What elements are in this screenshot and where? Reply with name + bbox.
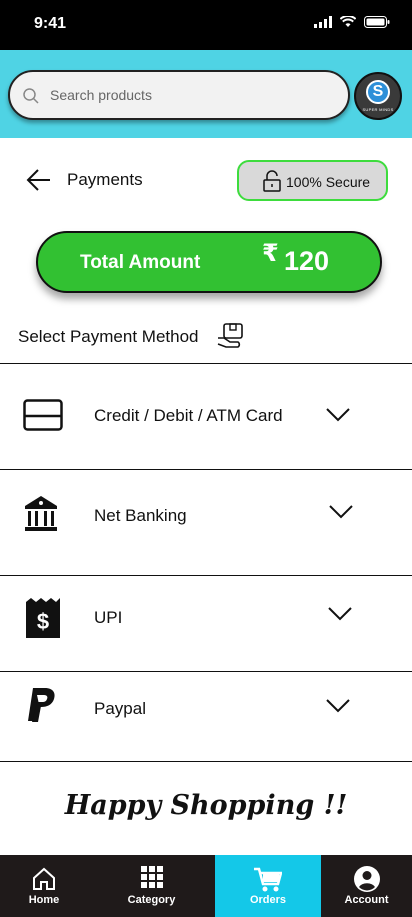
- total-amount-button[interactable]: Total Amount ₹ 120: [36, 231, 382, 293]
- back-arrow-icon[interactable]: [26, 168, 52, 192]
- page-title: Payments: [67, 170, 143, 189]
- status-time: 9:41: [34, 15, 67, 32]
- payment-method-paypal[interactable]: Paypal: [0, 672, 412, 761]
- account-icon: [353, 866, 380, 892]
- payment-method-card[interactable]: Credit / Debit / ATM Card: [0, 364, 412, 469]
- payment-method-label: Credit / Debit / ATM Card: [94, 406, 283, 425]
- bank-icon: [25, 496, 57, 531]
- brand-logo[interactable]: S SUPER MINDS: [354, 72, 402, 120]
- logo-letter: S: [366, 80, 390, 104]
- battery-icon: [364, 16, 390, 28]
- search-placeholder: Search products: [50, 87, 152, 103]
- nav-label: Orders: [249, 894, 287, 906]
- payment-method-label: Paypal: [94, 699, 146, 718]
- secure-badge: 100% Secure: [237, 160, 388, 201]
- currency-symbol: ₹: [262, 240, 279, 267]
- payment-method-netbanking[interactable]: Net Banking: [0, 470, 412, 575]
- chevron-down-icon[interactable]: [328, 607, 352, 621]
- nav-label: Account: [344, 894, 389, 906]
- svg-text:$: $: [37, 609, 49, 634]
- payment-method-label: Net Banking: [94, 506, 187, 525]
- secure-label: 100% Secure: [286, 174, 371, 190]
- chevron-down-icon[interactable]: [326, 699, 350, 713]
- header: Search products S SUPER MINDS: [0, 50, 412, 138]
- nav-label: Home: [28, 894, 60, 906]
- chevron-down-icon[interactable]: [329, 505, 353, 519]
- search-input[interactable]: Search products: [8, 70, 350, 120]
- total-amount-value: 120: [284, 246, 330, 276]
- nav-orders[interactable]: Orders: [215, 855, 321, 917]
- upi-receipt-icon: $: [26, 598, 60, 638]
- payment-method-label: UPI: [94, 608, 123, 627]
- status-bar: 9:41: [0, 0, 412, 50]
- happy-shopping-message: Happy Shopping !!: [64, 790, 348, 821]
- cart-icon: [254, 867, 282, 892]
- wallet-hand-icon: [217, 323, 243, 348]
- nav-account[interactable]: Account: [321, 855, 412, 917]
- wifi-icon: [340, 16, 356, 27]
- signal-icon: [314, 16, 332, 28]
- payment-method-upi[interactable]: $ UPI: [0, 576, 412, 671]
- bottom-nav: Home Category Orders Account: [0, 855, 412, 917]
- lock-icon: [263, 170, 281, 192]
- grid-icon: [140, 866, 163, 888]
- nav-label: Category: [127, 894, 176, 906]
- total-amount-label: Total Amount: [80, 252, 201, 273]
- credit-card-icon: [23, 399, 63, 431]
- logo-text: SUPER MINDS: [362, 107, 394, 112]
- search-icon: [23, 88, 39, 104]
- nav-category[interactable]: Category: [88, 855, 215, 917]
- select-payment-label: Select Payment Method: [18, 327, 199, 346]
- chevron-down-icon[interactable]: [326, 408, 350, 422]
- divider: [0, 761, 412, 762]
- status-icons: [314, 16, 390, 28]
- home-icon: [33, 867, 55, 890]
- nav-home[interactable]: Home: [0, 855, 88, 917]
- paypal-icon: [28, 688, 55, 722]
